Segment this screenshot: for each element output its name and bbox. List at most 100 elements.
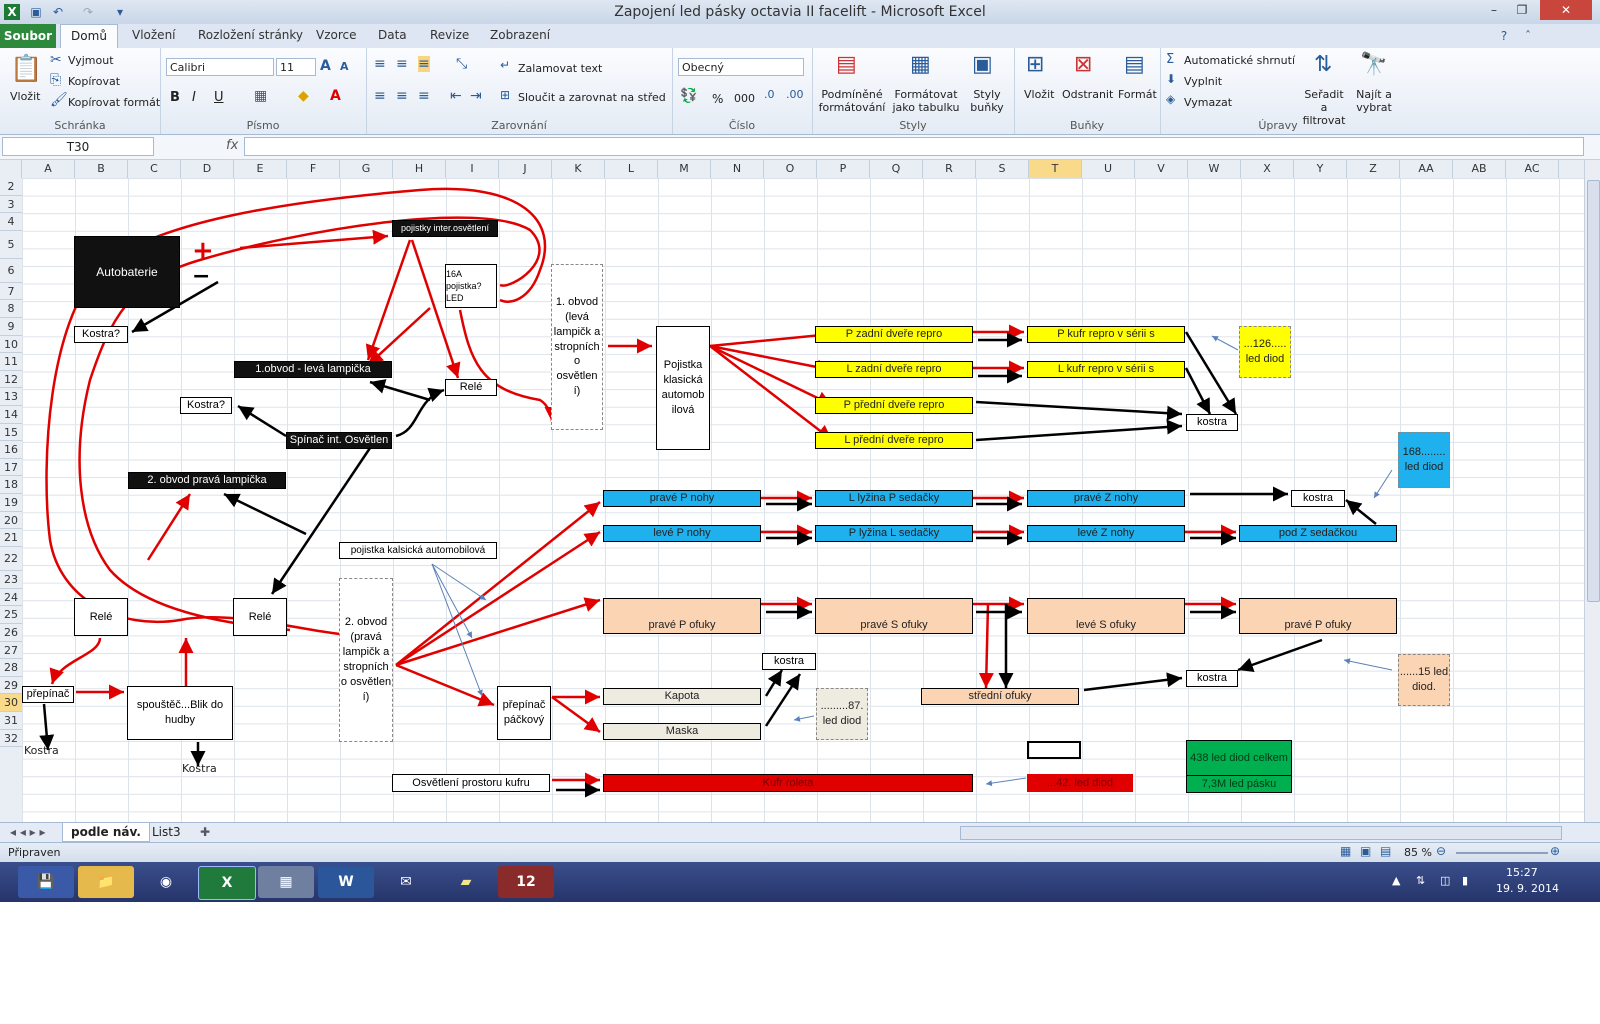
column-header[interactable]: B bbox=[75, 160, 128, 178]
app-12-icon[interactable]: 12 bbox=[498, 866, 554, 898]
align-middle-icon[interactable]: ≡ bbox=[396, 56, 408, 72]
tab-data[interactable]: Data bbox=[378, 28, 407, 42]
format-cells-button[interactable]: Formát bbox=[1118, 88, 1157, 101]
column-header[interactable]: Z bbox=[1347, 160, 1400, 178]
row-header[interactable]: 8 bbox=[0, 300, 22, 318]
paste-button[interactable]: Vložit bbox=[10, 90, 40, 103]
insert-cells-button[interactable]: Vložit bbox=[1024, 88, 1054, 101]
autosum-button[interactable]: Automatické shrnutí bbox=[1184, 54, 1295, 67]
horizontal-scrollbar[interactable] bbox=[960, 826, 1562, 840]
orientation-icon[interactable]: ⤡ bbox=[456, 56, 467, 72]
page-break-icon[interactable]: ▤ bbox=[1380, 844, 1391, 858]
row-header[interactable]: 19 bbox=[0, 494, 22, 512]
row-header[interactable]: 14 bbox=[0, 406, 22, 424]
normal-view-icon[interactable]: ▦ bbox=[1340, 844, 1351, 858]
column-header[interactable]: H bbox=[393, 160, 446, 178]
column-header[interactable]: L bbox=[605, 160, 658, 178]
column-header[interactable]: M bbox=[658, 160, 711, 178]
insert-sheet-icon[interactable]: ✚ bbox=[192, 823, 218, 841]
select-all-corner[interactable] bbox=[0, 160, 22, 178]
sheet-tab-active[interactable]: podle náv. bbox=[62, 823, 150, 842]
row-header[interactable]: 17 bbox=[0, 459, 22, 477]
tab-insert[interactable]: Vložení bbox=[132, 28, 176, 42]
column-header[interactable]: O bbox=[764, 160, 817, 178]
column-header[interactable]: E bbox=[234, 160, 287, 178]
align-right-icon[interactable]: ≡ bbox=[418, 88, 430, 104]
save-app-icon[interactable]: 💾 bbox=[18, 866, 74, 898]
row-header[interactable]: 20 bbox=[0, 512, 22, 530]
volume-icon[interactable]: ◫ bbox=[1440, 874, 1450, 887]
bold-button[interactable]: B bbox=[170, 90, 180, 105]
column-header[interactable]: G bbox=[340, 160, 393, 178]
word-icon[interactable]: W bbox=[318, 866, 374, 898]
signal-icon[interactable]: ▮ bbox=[1462, 874, 1468, 887]
row-header[interactable]: 25 bbox=[0, 606, 22, 624]
column-header[interactable]: W bbox=[1188, 160, 1241, 178]
align-bottom-icon[interactable]: ≡ bbox=[418, 56, 430, 72]
font-color-icon[interactable]: A bbox=[330, 88, 341, 104]
active-cell-t30[interactable] bbox=[1027, 741, 1081, 759]
csm-icon[interactable]: ✉ bbox=[378, 866, 434, 898]
restore-icon[interactable]: ❐ bbox=[1508, 0, 1536, 20]
align-top-icon[interactable]: ≡ bbox=[374, 56, 386, 72]
tab-home[interactable]: Domů bbox=[60, 24, 118, 49]
sticky-notes-icon[interactable]: ▰ bbox=[438, 866, 494, 898]
insert-function-icon[interactable]: fx bbox=[226, 138, 238, 153]
row-header[interactable]: 29 bbox=[0, 677, 22, 695]
thousands-button[interactable]: 000 bbox=[734, 92, 755, 105]
ribbon-minimize-icon[interactable]: ˆ bbox=[1520, 28, 1536, 44]
column-header[interactable]: AB bbox=[1453, 160, 1506, 178]
calculator-icon[interactable]: ▦ bbox=[258, 866, 314, 898]
tab-page-layout[interactable]: Rozložení stránky bbox=[198, 28, 303, 42]
zoom-out-icon[interactable]: ⊖ bbox=[1436, 844, 1446, 858]
sheet-tab-list3[interactable]: List3 bbox=[144, 823, 189, 841]
column-header[interactable]: J bbox=[499, 160, 552, 178]
format-table-button[interactable]: Formátovat jako tabulku bbox=[890, 88, 962, 114]
excel-taskbar-icon[interactable]: X bbox=[198, 866, 256, 900]
row-header[interactable]: 11 bbox=[0, 353, 22, 371]
column-header[interactable]: P bbox=[817, 160, 870, 178]
name-box[interactable]: T30 bbox=[2, 137, 154, 156]
column-header[interactable]: X bbox=[1241, 160, 1294, 178]
row-header[interactable]: 5 bbox=[0, 231, 22, 259]
delete-cells-button[interactable]: Odstranit bbox=[1062, 88, 1113, 101]
cell-styles-button[interactable]: Styly buňky bbox=[966, 88, 1008, 114]
column-header[interactable]: F bbox=[287, 160, 340, 178]
row-header[interactable]: 2 bbox=[0, 178, 22, 196]
cut-button[interactable]: Vyjmout bbox=[68, 54, 114, 67]
chrome-icon[interactable]: ◉ bbox=[138, 866, 194, 898]
worksheet-grid[interactable]: A B C D E F G H I J K L M N O P Q R S T U V W X Y Z AA AB AC 2345678… bbox=[0, 160, 1584, 822]
column-header[interactable]: AA bbox=[1400, 160, 1453, 178]
number-format-select[interactable]: Obecný bbox=[678, 58, 804, 76]
row-header[interactable]: 16 bbox=[0, 441, 22, 459]
row-header[interactable]: 3 bbox=[0, 196, 22, 214]
row-header[interactable]: 10 bbox=[0, 336, 22, 354]
tab-file[interactable]: Soubor bbox=[0, 24, 56, 48]
row-header[interactable]: 22 bbox=[0, 547, 22, 571]
column-header[interactable]: R bbox=[923, 160, 976, 178]
fill-color-icon[interactable]: ◆ bbox=[298, 88, 309, 104]
column-header[interactable]: AC bbox=[1506, 160, 1559, 178]
row-header[interactable]: 31 bbox=[0, 712, 22, 730]
explorer-icon[interactable]: 📁 bbox=[78, 866, 134, 898]
conditional-format-button[interactable]: Podmíněné formátování bbox=[816, 88, 888, 114]
row-header[interactable]: 6 bbox=[0, 259, 22, 283]
zoom-slider[interactable] bbox=[1456, 852, 1548, 854]
row-header[interactable]: 12 bbox=[0, 371, 22, 389]
format-painter-button[interactable]: Kopírovat formát bbox=[68, 96, 160, 109]
tray-arrow-icon[interactable]: ▲ bbox=[1392, 874, 1400, 887]
column-header[interactable]: K bbox=[552, 160, 605, 178]
column-header[interactable]: Q bbox=[870, 160, 923, 178]
font-name-select[interactable]: Calibri bbox=[166, 58, 274, 76]
page-layout-icon[interactable]: ▣ bbox=[1360, 844, 1371, 858]
row-header[interactable]: 4 bbox=[0, 213, 22, 231]
column-header[interactable]: N bbox=[711, 160, 764, 178]
row-header[interactable]: 24 bbox=[0, 589, 22, 607]
row-header[interactable]: 30 bbox=[0, 694, 22, 712]
row-header[interactable]: 27 bbox=[0, 642, 22, 660]
percent-button[interactable]: % bbox=[712, 92, 723, 106]
borders-icon[interactable]: ▦ bbox=[254, 88, 267, 104]
row-header[interactable]: 26 bbox=[0, 624, 22, 642]
merge-center-button[interactable]: Sloučit a zarovnat na střed bbox=[518, 91, 666, 104]
align-left-icon[interactable]: ≡ bbox=[374, 88, 386, 104]
